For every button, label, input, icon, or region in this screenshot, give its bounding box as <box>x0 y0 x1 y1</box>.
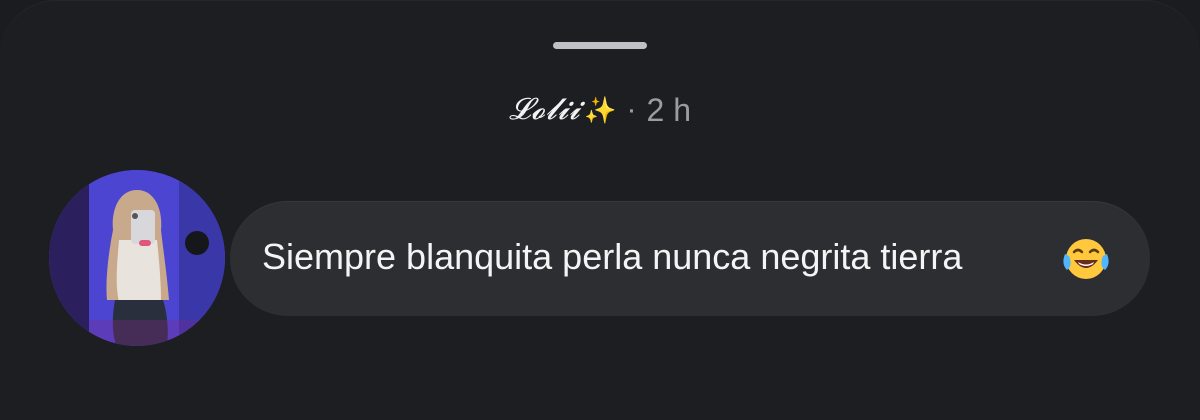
reply-header: 𝓛𝓸𝓵𝓲𝓲 ✨ · 2 h <box>0 84 1200 136</box>
bubble-dot <box>185 231 209 255</box>
avatar[interactable] <box>49 170 225 346</box>
message-text: Siempre blanquita perla nunca negrita ti… <box>262 236 963 277</box>
separator-dot: · <box>626 93 637 126</box>
sheet-drag-handle[interactable] <box>553 42 647 49</box>
timestamp: 2 h <box>646 91 692 128</box>
sparkles-icon: ✨ <box>584 94 617 125</box>
face-with-tears-of-joy-icon <box>1061 236 1111 282</box>
username[interactable]: 𝓛𝓸𝓵𝓲𝓲 <box>509 93 580 127</box>
